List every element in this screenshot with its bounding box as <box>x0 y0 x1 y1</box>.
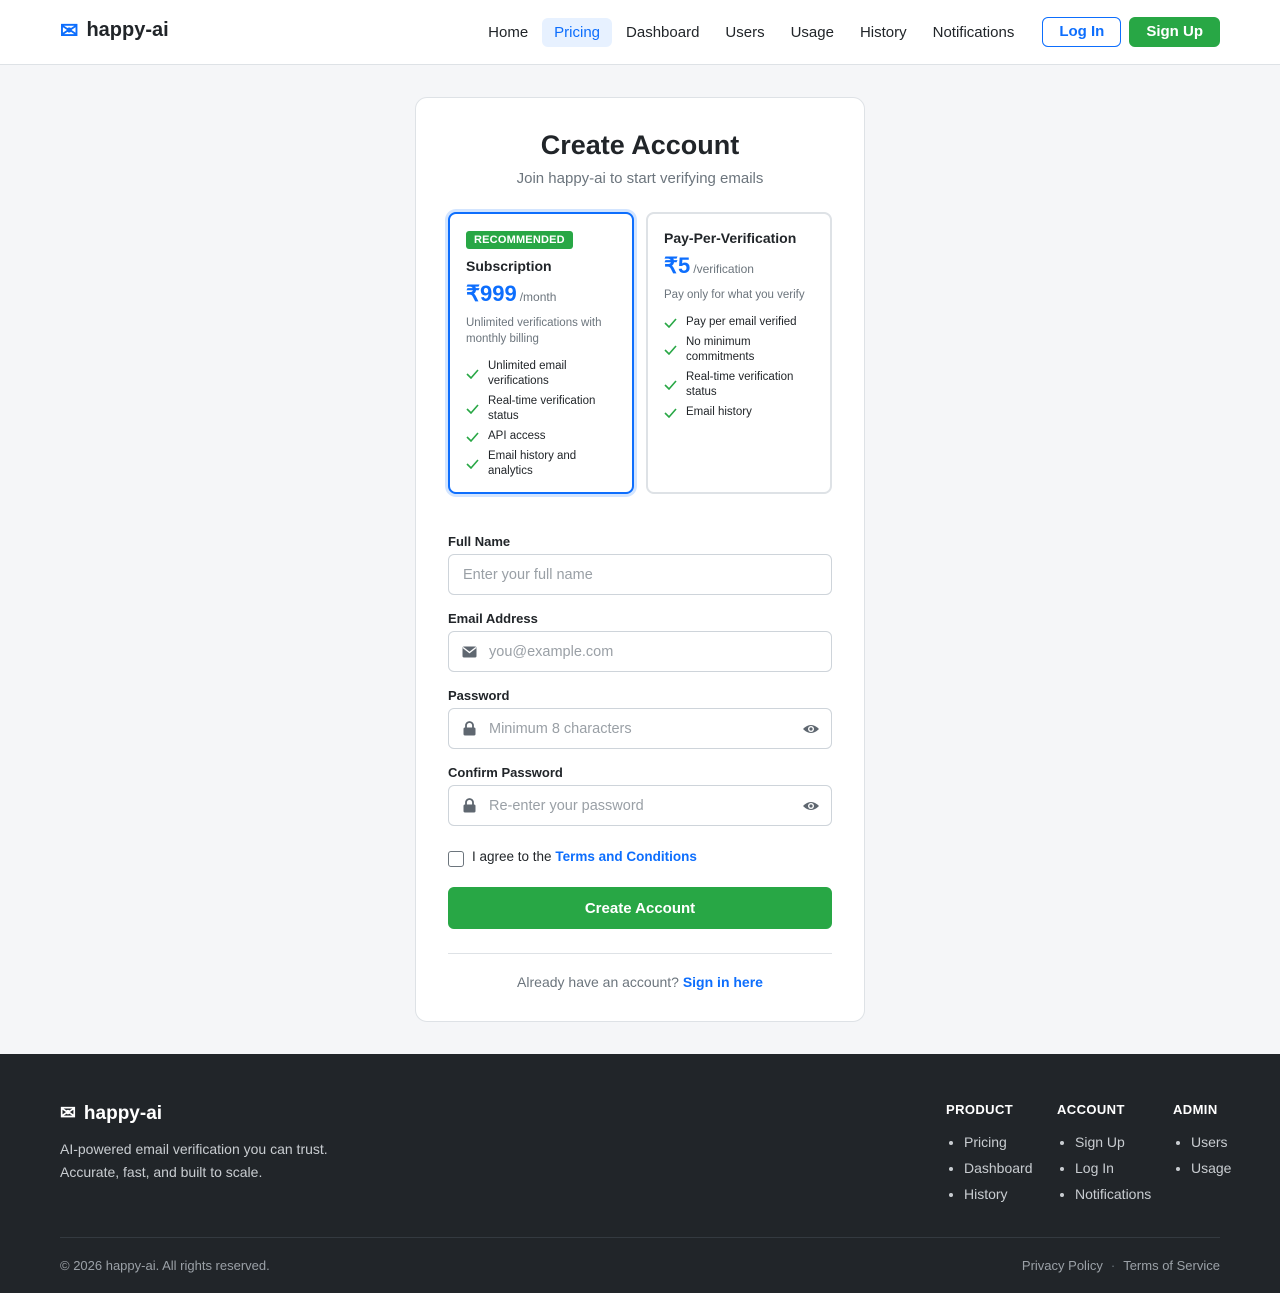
confirm-password-input[interactable] <box>489 786 791 825</box>
plan-features: Pay per email verified No minimum commit… <box>664 315 814 420</box>
feature-item: API access <box>466 429 616 444</box>
signup-card: Create Account Join happy-ai to start ve… <box>415 97 865 1022</box>
check-icon <box>664 317 680 328</box>
email-input[interactable] <box>489 632 831 671</box>
footer-link[interactable]: Notifications <box>1075 1181 1151 1207</box>
feature-item: Real-time verification status <box>664 370 814 400</box>
footer-link[interactable]: Users <box>1191 1129 1231 1155</box>
check-icon <box>664 380 680 390</box>
envelope-icon: ✉ <box>60 17 79 43</box>
terms-link[interactable]: Terms and Conditions <box>555 849 697 864</box>
top-navbar: ✉ happy-ai Home Pricing Dashboard Users … <box>0 0 1280 65</box>
footer-link[interactable]: History <box>964 1181 1033 1207</box>
footer-link[interactable]: Log In <box>1075 1155 1151 1181</box>
email-field <box>448 631 832 672</box>
signup-button[interactable]: Sign Up <box>1129 17 1220 47</box>
main-nav: Home Pricing Dashboard Users Usage Histo… <box>474 17 1220 47</box>
footer-link[interactable]: Pricing <box>964 1129 1033 1155</box>
footer-link[interactable]: Usage <box>1191 1155 1231 1181</box>
eye-icon[interactable] <box>791 723 831 735</box>
nav-notifications[interactable]: Notifications <box>921 18 1027 47</box>
envelope-icon <box>449 646 489 658</box>
plan-name: Pay-Per-Verification <box>664 230 797 246</box>
eye-icon[interactable] <box>791 800 831 812</box>
feature-item: Email history and analytics <box>466 449 616 479</box>
full-name-label: Full Name <box>448 534 511 549</box>
check-icon <box>466 459 482 469</box>
feature-item: No minimum commitments <box>664 335 814 365</box>
plan-price-row: ₹5 /verification <box>664 253 814 279</box>
plan-period: /month <box>519 290 557 304</box>
feature-item: Real-time verification status <box>466 394 616 424</box>
nav-pricing[interactable]: Pricing <box>542 17 613 47</box>
brand-logo[interactable]: ✉ happy-ai <box>60 19 169 42</box>
password-label: Password <box>448 688 510 703</box>
site-footer: ✉ happy-ai AI-powered email verification… <box>0 1054 1280 1293</box>
full-name-field <box>448 554 832 595</box>
plan-card-subscription[interactable]: RECOMMENDED Subscription ₹999 /month Unl… <box>448 212 634 494</box>
footer-column-title: PRODUCT <box>946 1102 1014 1117</box>
feature-item: Email history <box>664 405 814 420</box>
plan-description: Pay only for what you verify <box>664 289 805 301</box>
footer-tagline: AI-powered email verification you can tr… <box>60 1141 328 1180</box>
footer-column-title: ADMIN <box>1173 1102 1218 1117</box>
confirm-password-field <box>448 785 832 826</box>
nav-history[interactable]: History <box>848 18 919 47</box>
lock-icon <box>449 721 489 736</box>
confirm-password-label: Confirm Password <box>448 765 563 780</box>
terms-of-service-link[interactable]: Terms of Service <box>1123 1258 1220 1273</box>
signin-prompt: Already have an account? Sign in here <box>517 974 763 990</box>
legal-links: Privacy Policy · Terms of Service <box>1022 1258 1220 1273</box>
login-button[interactable]: Log In <box>1042 17 1122 47</box>
nav-usage[interactable]: Usage <box>779 18 846 47</box>
separator: · <box>1110 1258 1116 1273</box>
check-icon <box>466 369 482 379</box>
envelope-icon: ✉ <box>60 1103 76 1124</box>
recommended-badge: RECOMMENDED <box>466 231 573 249</box>
terms-row: I agree to the Terms and Conditions <box>448 846 697 867</box>
lock-icon <box>449 798 489 813</box>
feature-item: Pay per email verified <box>664 315 814 330</box>
create-account-button[interactable]: Create Account <box>448 887 832 929</box>
plan-features: Unlimited email verifications Real-time … <box>466 359 616 479</box>
terms-checkbox[interactable] <box>448 851 464 867</box>
footer-link[interactable]: Sign Up <box>1075 1129 1151 1155</box>
nav-dashboard[interactable]: Dashboard <box>614 18 711 47</box>
footer-column-title: ACCOUNT <box>1057 1102 1125 1117</box>
footer-column-product: PRODUCT Pricing Dashboard History <box>946 1102 1033 1207</box>
plan-description: Unlimited verifications with monthly bil… <box>466 317 602 345</box>
footer-brand: ✉ happy-ai <box>60 1102 163 1125</box>
email-label: Email Address <box>448 611 538 626</box>
password-input[interactable] <box>489 709 791 748</box>
copyright: © 2026 happy-ai. All rights reserved. <box>60 1258 270 1273</box>
footer-column-account: ACCOUNT Sign Up Log In Notifications <box>1057 1102 1151 1207</box>
plan-price: ₹5 <box>664 253 691 278</box>
check-icon <box>664 407 680 418</box>
privacy-link[interactable]: Privacy Policy <box>1022 1258 1103 1273</box>
plan-name: Subscription <box>466 258 552 274</box>
plan-period: /verification <box>693 262 754 276</box>
page-title: Create Account <box>540 130 740 160</box>
check-icon <box>466 431 482 442</box>
plan-price: ₹999 <box>466 281 517 306</box>
plan-price-row: ₹999 /month <box>466 281 616 307</box>
feature-item: Unlimited email verifications <box>466 359 616 389</box>
check-icon <box>664 345 680 355</box>
password-field <box>448 708 832 749</box>
terms-text: I agree to the Terms and Conditions <box>472 849 697 864</box>
footer-divider <box>60 1237 1220 1238</box>
page-subtitle: Join happy-ai to start verifying emails <box>516 170 764 187</box>
divider <box>448 953 832 954</box>
footer-link[interactable]: Dashboard <box>964 1155 1033 1181</box>
nav-users[interactable]: Users <box>713 18 776 47</box>
nav-home[interactable]: Home <box>476 18 540 47</box>
check-icon <box>466 404 482 414</box>
brand-name: happy-ai <box>86 19 169 41</box>
signin-link[interactable]: Sign in here <box>683 974 763 990</box>
footer-column-admin: ADMIN Users Usage <box>1173 1102 1231 1181</box>
plan-card-pay-per-verification[interactable]: Pay-Per-Verification ₹5 /verification Pa… <box>646 212 832 494</box>
full-name-input[interactable] <box>449 555 831 594</box>
